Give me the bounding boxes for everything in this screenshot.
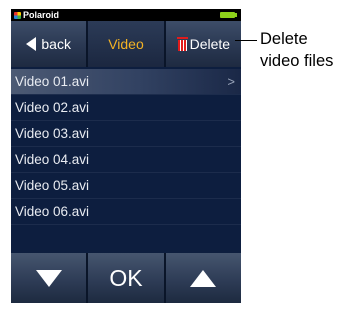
callout-line-2: video files: [260, 52, 334, 70]
arrow-down-icon: [35, 269, 62, 287]
list-item-label: Video 01.avi: [15, 74, 90, 89]
polaroid-logo-icon: [14, 12, 21, 19]
delete-button[interactable]: Delete: [165, 21, 241, 67]
top-bar: back Video Delete: [11, 21, 241, 67]
list-item-label: Video 05.avi: [15, 178, 90, 193]
list-item[interactable]: Video 06.avi: [11, 199, 241, 225]
callout-line: [235, 40, 257, 41]
list-item-label: Video 03.avi: [15, 126, 90, 141]
list-item[interactable]: Video 05.avi: [11, 173, 241, 199]
video-file-list: Video 01.avi > Video 02.avi Video 03.avi…: [11, 69, 241, 225]
scroll-up-button[interactable]: [165, 253, 241, 303]
device-screen: Polaroid back Video Delete Video 01.avi …: [11, 9, 241, 303]
ok-button[interactable]: OK: [88, 253, 164, 303]
list-item-label: Video 02.avi: [15, 100, 90, 115]
callout-line-1: Delete: [260, 30, 308, 48]
list-item[interactable]: Video 04.avi: [11, 147, 241, 173]
list-item-label: Video 06.avi: [15, 204, 90, 219]
back-arrow-icon: [26, 37, 37, 51]
list-item[interactable]: Video 01.avi >: [11, 69, 241, 95]
arrow-up-icon: [190, 269, 217, 287]
list-item-label: Video 04.avi: [15, 152, 90, 167]
back-button[interactable]: back: [11, 21, 87, 67]
list-item[interactable]: Video 02.avi: [11, 95, 241, 121]
scroll-down-button[interactable]: [11, 253, 87, 303]
status-bar: Polaroid: [11, 9, 241, 21]
brand-name: Polaroid: [23, 10, 60, 20]
delete-callout: Delete video files: [260, 28, 333, 72]
list-item[interactable]: Video 03.avi: [11, 121, 241, 147]
brand-logo: Polaroid: [14, 9, 59, 21]
trash-icon: [176, 37, 188, 51]
back-label: back: [41, 36, 71, 52]
chevron-right-icon: >: [227, 74, 235, 89]
ok-label: OK: [109, 264, 143, 291]
video-tab-label: Video: [108, 36, 144, 52]
video-tab[interactable]: Video: [88, 21, 164, 67]
bottom-bar: OK: [11, 253, 241, 303]
battery-icon: [220, 12, 237, 18]
delete-label: Delete: [189, 36, 231, 52]
